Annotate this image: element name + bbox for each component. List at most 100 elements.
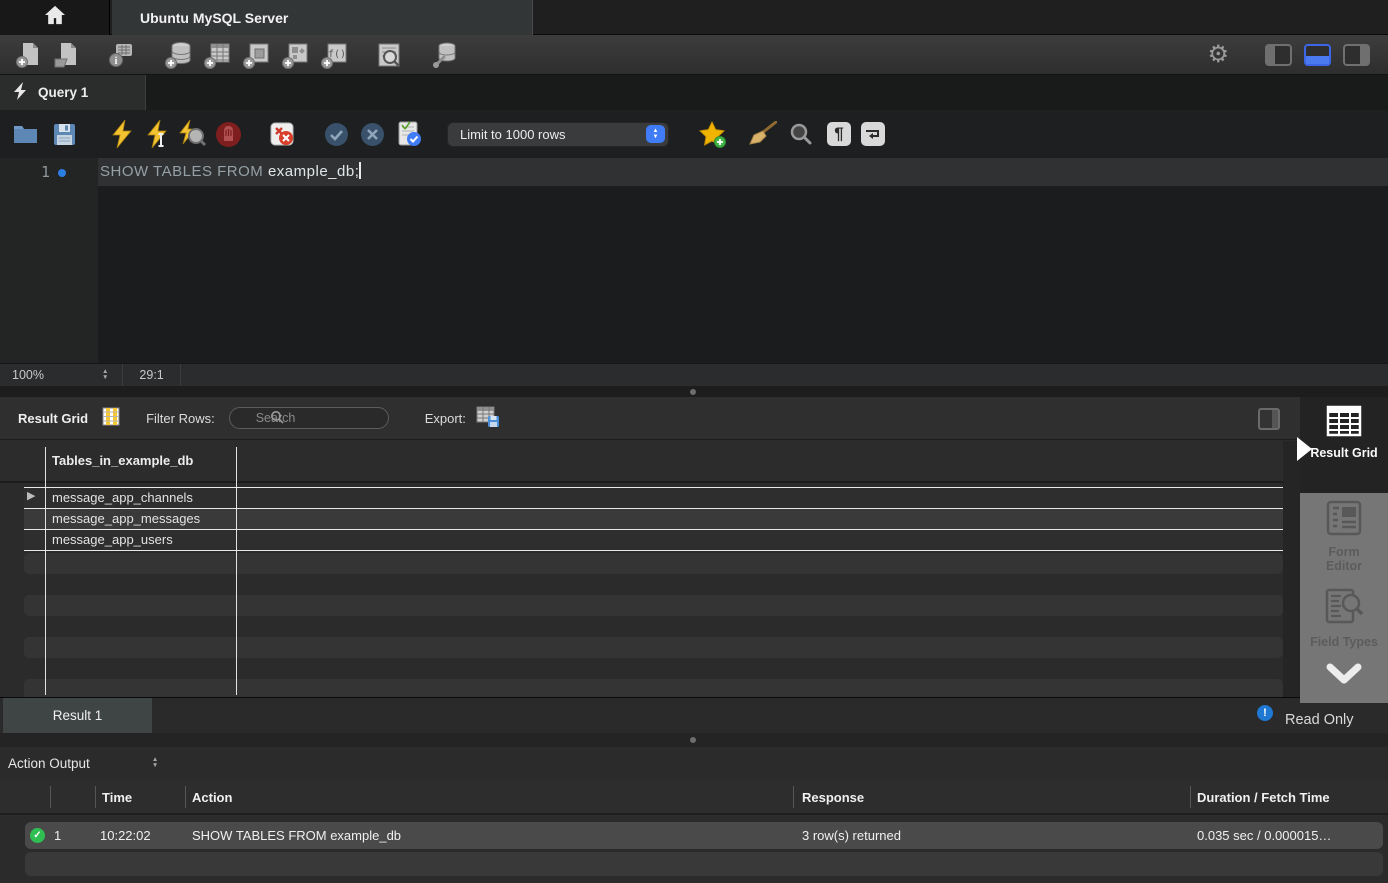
- row-response: 3 row(s) returned: [802, 822, 901, 849]
- sql-editor[interactable]: [0, 158, 1388, 363]
- action-output-selector-icon[interactable]: ▲▼: [152, 757, 158, 770]
- query-tab-label: Query 1: [38, 85, 88, 100]
- create-schema-icon[interactable]: [163, 39, 195, 71]
- table-row[interactable]: message_app_messages: [24, 509, 1283, 529]
- grid-scroll-gutter: [1283, 441, 1300, 697]
- sidebar-item-result-grid[interactable]: Result Grid: [1300, 397, 1388, 493]
- editor-statusbar: 100% ▲▼ 29:1: [0, 363, 1388, 386]
- current-row-marker-icon: ▶: [27, 489, 35, 502]
- search-input[interactable]: [229, 407, 389, 429]
- mysql-workbench-window: Ubuntu MySQL Server i f(): [0, 0, 1388, 883]
- query-bolt-icon: [14, 82, 28, 103]
- open-file-icon[interactable]: [12, 120, 40, 148]
- beautify-icon[interactable]: [749, 120, 777, 148]
- create-view-icon[interactable]: [241, 39, 273, 71]
- action-output-empty-row: [25, 852, 1383, 876]
- limit-rows-dropdown[interactable]: Limit to 1000 rows ▲▼: [447, 122, 669, 147]
- empty-grid-row: [24, 553, 1283, 574]
- explain-icon[interactable]: [178, 120, 206, 148]
- sidebar-item-form-editor[interactable]: Form Editor: [1300, 500, 1388, 573]
- schema-inspector-icon[interactable]: i: [105, 39, 137, 71]
- editor-result-splitter[interactable]: [0, 386, 1388, 397]
- open-document-icon[interactable]: [51, 39, 83, 71]
- create-table-icon[interactable]: [202, 39, 234, 71]
- sidebar-item-label: Form Editor: [1309, 545, 1379, 573]
- query-tabbar: [0, 75, 1388, 110]
- badge-icon: ⚙: [1207, 43, 1229, 67]
- grid-columns-icon[interactable]: [102, 407, 120, 429]
- grid-column-header[interactable]: Tables_in_example_db: [52, 453, 193, 468]
- row-index: 1: [54, 822, 61, 849]
- grid-panel-toggle-icon[interactable]: [1258, 408, 1280, 430]
- row-duration: 0.035 sec / 0.000015…: [1197, 822, 1331, 849]
- table-row[interactable]: message_app_channels: [24, 488, 1283, 508]
- search-icon: [270, 410, 284, 429]
- result-tab[interactable]: Result 1: [3, 698, 152, 733]
- editor-gutter: [0, 158, 98, 363]
- commit-icon[interactable]: [322, 120, 350, 148]
- toggle-left-panel-icon[interactable]: [1265, 44, 1292, 66]
- result-output-splitter[interactable]: [0, 733, 1388, 747]
- action-output-row[interactable]: ✓ 1 10:22:02 SHOW TABLES FROM example_db…: [25, 822, 1383, 849]
- home-tab[interactable]: [0, 0, 110, 35]
- export-label: Export:: [425, 411, 466, 426]
- zoom-level: 100%: [12, 368, 44, 382]
- table-cell[interactable]: message_app_messages: [52, 509, 200, 529]
- table-row[interactable]: message_app_users: [24, 530, 1283, 550]
- add-snippet-icon[interactable]: [699, 120, 727, 148]
- sql-keywords: SHOW TABLES FROM: [100, 163, 268, 180]
- column-header-duration[interactable]: Duration / Fetch Time: [1197, 790, 1330, 805]
- form-editor-icon: [1325, 500, 1363, 541]
- table-cell[interactable]: message_app_users: [52, 530, 173, 550]
- success-check-icon: ✓: [30, 828, 45, 843]
- limit-rows-value: Limit to 1000 rows: [460, 127, 566, 142]
- result-tabbar: [0, 697, 1388, 733]
- sidebar-item-label: Field Types: [1309, 635, 1379, 649]
- sidebar-item-field-types[interactable]: Field Types: [1300, 588, 1388, 649]
- read-only-icon: !: [1257, 705, 1273, 721]
- dropdown-stepper-icon: ▲▼: [646, 125, 665, 143]
- execute-current-icon[interactable]: [144, 120, 172, 148]
- toggle-right-panel-icon[interactable]: [1343, 44, 1370, 66]
- statement-marker-icon: [58, 169, 66, 177]
- create-function-icon[interactable]: f(): [319, 39, 351, 71]
- text-caret: [359, 162, 361, 179]
- query-tab[interactable]: Query 1: [0, 75, 146, 110]
- connection-tab[interactable]: Ubuntu MySQL Server: [112, 0, 533, 35]
- autocommit-icon[interactable]: [395, 120, 423, 148]
- toggle-bottom-panel-icon[interactable]: [1304, 44, 1331, 66]
- action-output-title: Action Output: [8, 756, 90, 771]
- execute-icon[interactable]: [108, 120, 136, 148]
- filter-rows-label: Filter Rows:: [146, 411, 215, 426]
- find-icon[interactable]: [787, 120, 815, 148]
- main-toolbar: i f(): [0, 35, 1388, 75]
- cursor-position: 29:1: [139, 368, 163, 382]
- line-number: 1: [0, 158, 50, 186]
- result-tab-label: Result 1: [53, 708, 103, 723]
- row-time: 10:22:02: [100, 822, 151, 849]
- server-admin-icon[interactable]: [429, 39, 461, 71]
- create-procedure-icon[interactable]: [280, 39, 312, 71]
- toggle-wrap-icon[interactable]: [861, 122, 885, 146]
- read-only-label: Read Only: [1285, 712, 1354, 728]
- sidebar-item-label: Result Grid: [1309, 446, 1379, 460]
- field-types-icon: [1324, 588, 1364, 631]
- column-header-action[interactable]: Action: [192, 790, 232, 805]
- export-icon[interactable]: [476, 406, 500, 431]
- table-cell[interactable]: message_app_channels: [52, 488, 193, 508]
- table-search-icon[interactable]: [373, 39, 405, 71]
- zoom-stepper-icon[interactable]: ▲▼: [102, 369, 108, 382]
- result-grid-icon: [1326, 405, 1362, 442]
- query-toolbar: Limit to 1000 rows ▲▼ ¶: [0, 110, 1388, 158]
- new-query-icon[interactable]: [13, 39, 45, 71]
- save-icon[interactable]: [50, 120, 78, 148]
- column-header-time[interactable]: Time: [102, 790, 132, 805]
- rollback-icon[interactable]: [358, 120, 386, 148]
- code-line[interactable]: SHOW TABLES FROM example_db;: [100, 158, 361, 186]
- column-header-response[interactable]: Response: [802, 790, 864, 805]
- stop-icon[interactable]: [214, 120, 242, 148]
- result-grid-title: Result Grid: [18, 411, 88, 426]
- show-invisibles-icon[interactable]: ¶: [827, 122, 851, 146]
- sidebar-collapse-chevron-icon[interactable]: [1326, 663, 1362, 692]
- stop-on-error-icon[interactable]: [268, 120, 296, 148]
